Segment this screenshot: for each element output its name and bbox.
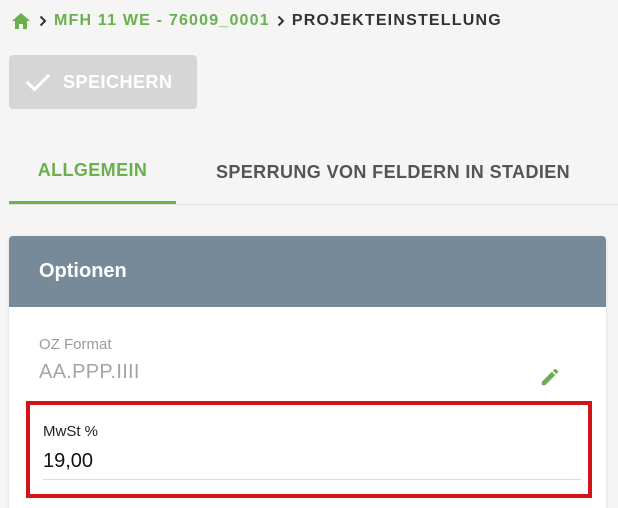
options-card-title: Optionen — [9, 236, 606, 307]
chevron-right-icon — [36, 10, 50, 32]
oz-format-label: OZ Format — [39, 336, 112, 353]
options-card: Optionen OZ Format AA.PPP.IIII MwSt % — [9, 236, 606, 508]
save-button-label: SPEICHERN — [63, 71, 173, 92]
mwst-input[interactable] — [43, 446, 581, 480]
home-icon[interactable] — [10, 10, 32, 32]
breadcrumb-current: PROJEKTEINSTELLUNG — [291, 12, 502, 29]
tab-bar: ALLGEMEIN SPERRUNG VON FELDERN IN STADIE… — [9, 140, 610, 204]
save-button[interactable]: SPEICHERN — [9, 55, 197, 109]
tabs-divider — [9, 204, 618, 205]
oz-format-value: AA.PPP.IIII — [39, 361, 140, 383]
tab-allgemein[interactable]: ALLGEMEIN — [9, 140, 176, 204]
tab-sperrung-von-feldern[interactable]: SPERRUNG VON FELDERN IN STADIEN — [176, 140, 610, 204]
mwst-field: MwSt % — [43, 423, 581, 480]
check-icon — [25, 71, 51, 93]
mwst-highlight-box: MwSt % — [26, 401, 592, 498]
chevron-right-icon — [274, 10, 288, 32]
project-settings-page: MFH 11 WE - 76009_0001 PROJEKTEINSTELLUN… — [0, 0, 618, 508]
mwst-label: MwSt % — [43, 423, 99, 440]
breadcrumb-project-link[interactable]: MFH 11 WE - 76009_0001 — [54, 12, 270, 30]
breadcrumb: MFH 11 WE - 76009_0001 PROJEKTEINSTELLUN… — [10, 10, 502, 32]
pencil-icon[interactable] — [539, 366, 561, 388]
oz-format-field: OZ Format AA.PPP.IIII — [39, 336, 579, 386]
